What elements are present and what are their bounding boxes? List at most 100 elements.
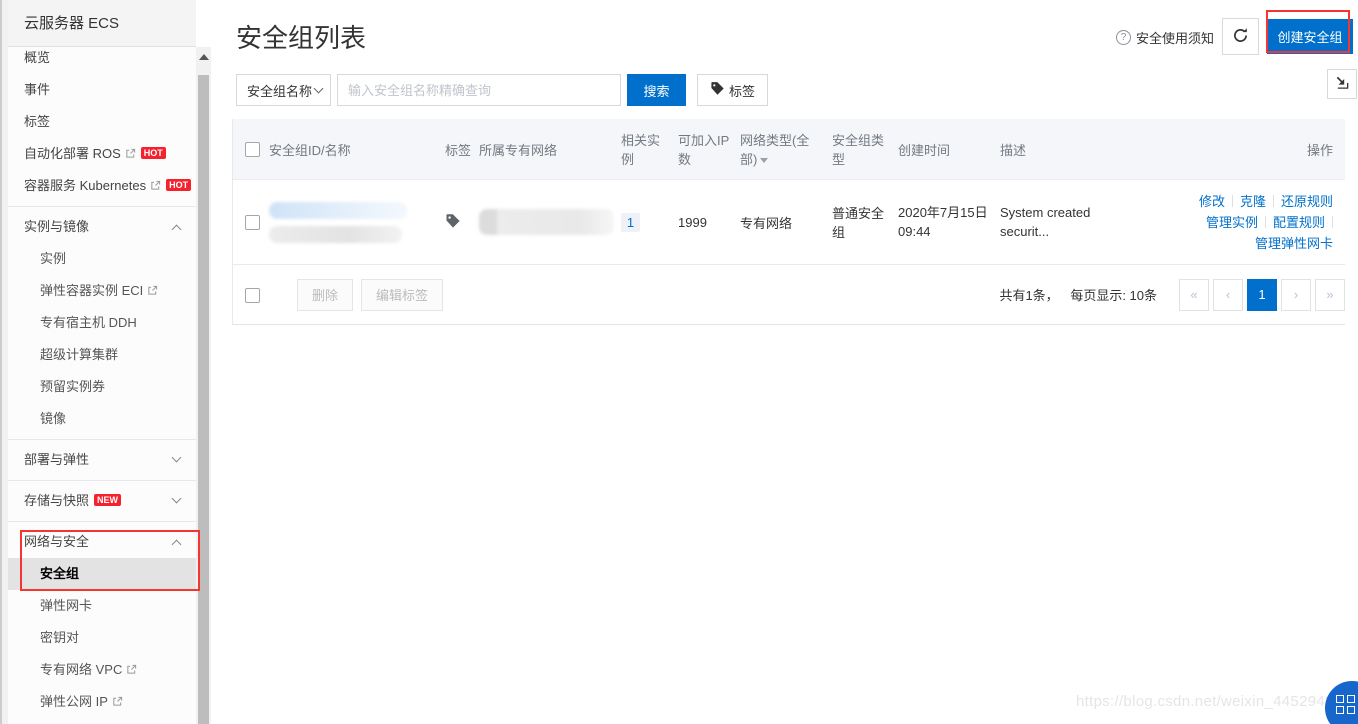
action-modify[interactable]: 修改 [1199, 192, 1225, 211]
redacted-sg-name-link[interactable] [269, 202, 407, 219]
menu-divider [8, 517, 196, 526]
sidebar-section-instances[interactable]: 实例与镜像 [8, 211, 196, 243]
scrollbar-thumb[interactable] [198, 75, 209, 724]
delete-button[interactable]: 删除 [297, 279, 353, 311]
create-security-group-button[interactable]: 创建安全组 [1267, 19, 1353, 54]
sidebar-item-keypairs[interactable]: 密钥对 [8, 622, 196, 654]
sidebar-item-scc[interactable]: 超级计算集群 [8, 339, 196, 371]
tag-icon [710, 81, 725, 99]
edit-tags-button[interactable]: 编辑标签 [361, 279, 443, 311]
pagination-prev-button[interactable]: ‹ [1213, 279, 1243, 311]
main-content: 安全组列表 ? 安全使用须知 创建安全组 安全组名称 搜索 标签 安全组ID/名… [211, 0, 1358, 724]
search-field-select[interactable]: 安全组名称 [236, 74, 331, 106]
sidebar-section-network[interactable]: 网络与安全 [8, 526, 196, 558]
pagination-summary: 共有1条， 每页显示: 10条 [999, 285, 1157, 304]
sidebar-item-tags[interactable]: 标签 [8, 106, 196, 138]
description-value: System created securit... [1000, 203, 1141, 241]
column-header-vpc: 所属专有网络 [479, 140, 621, 159]
pagination-page-1-button[interactable]: 1 [1247, 279, 1277, 311]
redacted-sg-id [269, 226, 402, 243]
column-header-instances: 相关实例 [621, 130, 678, 168]
csdn-watermark: https://blog.csdn.net/weixin_4452942 [1076, 693, 1334, 710]
separator [1332, 216, 1333, 228]
sidebar-item-vpc[interactable]: 专有网络 VPC [8, 654, 196, 686]
refresh-button[interactable] [1222, 18, 1259, 55]
footer-select-all-checkbox[interactable] [245, 288, 260, 303]
column-header-actions: 操作 [1149, 140, 1345, 159]
sidebar-item-kubernetes[interactable]: 容器服务 KubernetesHOT [8, 170, 196, 202]
action-restore-rules[interactable]: 还原规则 [1281, 192, 1333, 211]
question-circle-icon: ? [1116, 30, 1131, 45]
table-footer-bar: 删除 编辑标签 共有1条， 每页显示: 10条 « ‹ 1 › » [233, 265, 1345, 325]
column-header-id-name: 安全组ID/名称 [269, 140, 445, 159]
new-badge: NEW [94, 494, 121, 506]
apps-grid-icon [1336, 695, 1356, 715]
column-header-sg-type: 安全组类型 [832, 130, 898, 168]
scroll-up-arrow-icon[interactable] [199, 54, 209, 60]
menu-divider [8, 202, 196, 211]
select-all-checkbox[interactable] [245, 142, 260, 157]
sidebar-item-events[interactable]: 事件 [8, 74, 196, 106]
column-header-network-type[interactable]: 网络类型(全部) [740, 130, 832, 168]
sidebar-item-instance[interactable]: 实例 [8, 243, 196, 275]
chevron-down-icon [172, 453, 182, 463]
external-link-icon [126, 655, 137, 687]
external-link-icon [150, 171, 161, 203]
sidebar-item-ros[interactable]: 自动化部署 ROSHOT [8, 138, 196, 170]
network-type-value: 专有网络 [740, 213, 832, 232]
chevron-up-icon [172, 540, 182, 550]
pagination-next-button[interactable]: › [1281, 279, 1311, 311]
menu-divider [8, 435, 196, 444]
external-link-icon [147, 276, 158, 308]
search-button[interactable]: 搜索 [627, 74, 686, 106]
pagination-first-button[interactable]: « [1179, 279, 1209, 311]
table-header-row: 安全组ID/名称 标签 所属专有网络 相关实例 可加入IP数 网络类型(全部) … [233, 119, 1345, 180]
separator [1265, 216, 1266, 228]
external-link-icon [125, 139, 136, 171]
search-input[interactable] [337, 74, 621, 106]
sidebar-section-deploy[interactable]: 部署与弹性 [8, 444, 196, 476]
table-row: 1 1999 专有网络 普通安全组 2020年7月15日 09:44 Syste… [233, 180, 1345, 265]
separator [1273, 195, 1274, 207]
column-header-description: 描述 [1000, 140, 1149, 159]
action-configure-rules[interactable]: 配置规则 [1273, 213, 1325, 232]
sidebar-item-images[interactable]: 镜像 [8, 403, 196, 435]
pagination: 共有1条， 每页显示: 10条 « ‹ 1 › » [999, 279, 1345, 311]
sidebar-scrollbar[interactable] [196, 47, 211, 724]
pagination-last-button[interactable]: » [1315, 279, 1345, 311]
export-button[interactable] [1327, 69, 1357, 99]
sg-type-value: 普通安全组 [832, 203, 898, 241]
tags-filter-button[interactable]: 标签 [697, 74, 768, 106]
chevron-down-icon [172, 494, 182, 504]
column-header-ip-count: 可加入IP数 [678, 130, 740, 168]
sidebar-item-security-groups[interactable]: 安全组 [8, 558, 196, 590]
left-gutter [0, 0, 8, 724]
separator [1232, 195, 1233, 207]
action-manage-instances[interactable]: 管理实例 [1206, 213, 1258, 232]
action-clone[interactable]: 克隆 [1240, 192, 1266, 211]
tag-icon[interactable] [445, 217, 461, 232]
sidebar-item-eni[interactable]: 弹性网卡 [8, 590, 196, 622]
related-instances-count[interactable]: 1 [621, 213, 640, 232]
redacted-vpc-name [479, 209, 614, 235]
row-actions: 修改 克隆 还原规则 管理实例 配置规则 管理弹性网卡 [1149, 192, 1333, 253]
page-title: 安全组列表 [236, 18, 366, 55]
ip-capacity-value: 1999 [678, 215, 740, 230]
security-group-table: 安全组ID/名称 标签 所属专有网络 相关实例 可加入IP数 网络类型(全部) … [232, 119, 1345, 325]
menu-divider [8, 476, 196, 485]
sidebar-title: 云服务器 ECS [8, 0, 196, 47]
chevron-up-icon [172, 225, 182, 235]
sidebar-item-ddh[interactable]: 专有宿主机 DDH [8, 307, 196, 339]
action-manage-eni[interactable]: 管理弹性网卡 [1255, 234, 1333, 253]
sidebar-item-reserved-instances[interactable]: 预留实例券 [8, 371, 196, 403]
sidebar-section-storage[interactable]: 存储与快照NEW [8, 485, 196, 517]
sidebar-item-overview[interactable]: 概览 [8, 42, 196, 74]
sidebar-item-eci[interactable]: 弹性容器实例 ECI [8, 275, 196, 307]
filter-caret-icon [760, 158, 768, 163]
sidebar-menu: 概览 事件 标签 自动化部署 ROSHOT 容器服务 KubernetesHOT… [8, 42, 196, 718]
row-checkbox[interactable] [245, 215, 260, 230]
refresh-icon [1232, 27, 1249, 47]
security-usage-notice-link[interactable]: ? 安全使用须知 [1116, 28, 1214, 47]
sidebar-item-eip[interactable]: 弹性公网 IP [8, 686, 196, 718]
external-link-icon [112, 687, 123, 719]
